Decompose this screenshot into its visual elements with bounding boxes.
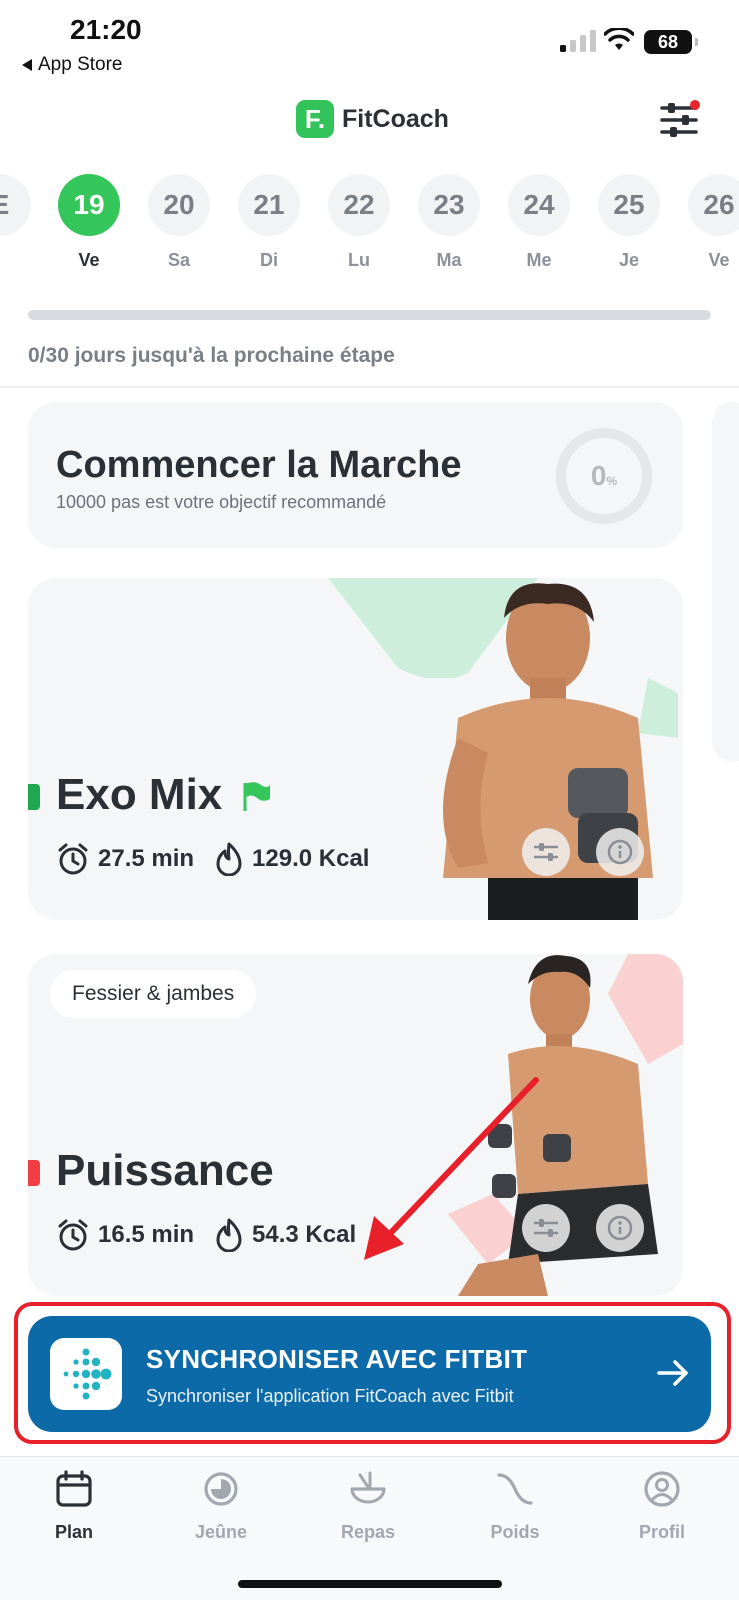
info-icon bbox=[607, 1215, 633, 1241]
day-item[interactable]: 22 Lu bbox=[328, 174, 390, 271]
walk-title: Commencer la Marche bbox=[56, 444, 462, 486]
sliders-icon bbox=[534, 843, 558, 861]
tab-repas[interactable]: Repas bbox=[318, 1469, 418, 1543]
meal-bowl-icon bbox=[350, 1471, 386, 1504]
status-time: 21:20 bbox=[70, 14, 142, 45]
tab-poids[interactable]: Poids bbox=[465, 1469, 565, 1543]
day-label: Ve bbox=[78, 250, 100, 270]
flag-icon bbox=[243, 782, 270, 812]
flame-icon bbox=[216, 1218, 242, 1252]
day-item[interactable]: 20 Sa bbox=[148, 174, 210, 271]
fitbit-logo-icon bbox=[50, 1338, 122, 1410]
walk-subtitle: 10000 pas est votre objectif recommandé bbox=[56, 492, 387, 512]
day-item[interactable]: 23 Ma bbox=[418, 174, 480, 271]
sync-subtitle: Synchroniser l'application FitCoach avec… bbox=[146, 1386, 514, 1406]
weight-curve-icon bbox=[497, 1473, 533, 1505]
duration: 27.5 min bbox=[56, 842, 194, 876]
day-label: Di bbox=[260, 250, 278, 270]
duration: 16.5 min bbox=[56, 1218, 194, 1252]
day-number: 21 bbox=[238, 174, 300, 236]
workout-meta: 16.5 min 54.3 Kcal bbox=[56, 1218, 356, 1252]
fitbit-sync-banner[interactable]: SYNCHRONISER AVEC FITBIT Synchroniser l'… bbox=[28, 1316, 711, 1432]
walk-percent: 0% bbox=[590, 460, 618, 491]
home-indicator bbox=[238, 1580, 502, 1588]
bottom-tab-bar: Plan Jeûne Repas Poids Profil bbox=[0, 1456, 739, 1600]
logo-badge: F. bbox=[296, 100, 334, 138]
app-name: FitCoach bbox=[342, 104, 449, 133]
profile-icon bbox=[644, 1471, 680, 1507]
workout-card-puissance[interactable]: Fessier & jambes Puissance 16.5 min 54.3… bbox=[28, 954, 683, 1296]
calories: 129.0 Kcal bbox=[214, 842, 369, 876]
workout-adjust-button[interactable] bbox=[522, 828, 570, 876]
alarm-clock-icon bbox=[58, 1219, 88, 1251]
walk-goal-card[interactable]: Commencer la Marche 10000 pas est votre … bbox=[28, 402, 683, 548]
back-to-app-store[interactable]: App Store bbox=[22, 54, 123, 76]
sync-title: SYNCHRONISER AVEC FITBIT bbox=[146, 1344, 528, 1374]
tab-label: Poids bbox=[490, 1522, 540, 1542]
day-label: Lu bbox=[348, 250, 370, 270]
tab-plan[interactable]: Plan bbox=[24, 1469, 124, 1543]
annotation-arrow bbox=[364, 1077, 539, 1260]
calories: 54.3 Kcal bbox=[214, 1218, 356, 1252]
day-item[interactable]: E bbox=[0, 174, 31, 250]
app-logo: F. FitCoach bbox=[296, 100, 449, 138]
workout-meta: 27.5 min 129.0 Kcal bbox=[56, 842, 369, 876]
battery-indicator: 68 bbox=[644, 30, 698, 54]
workout-info-button[interactable] bbox=[596, 1204, 644, 1252]
day-number: 23 bbox=[418, 174, 480, 236]
wifi-icon bbox=[604, 28, 634, 50]
workout-name: Puissance bbox=[56, 1146, 274, 1195]
day-number: 19 bbox=[58, 174, 120, 236]
day-label: Ma bbox=[436, 250, 462, 270]
calendar-icon bbox=[56, 1470, 92, 1507]
back-triangle-icon bbox=[22, 59, 32, 71]
day-selector: E 19 Ve 20 Sa 21 Di 22 Lu 23 Ma 24 Me 25… bbox=[0, 174, 739, 284]
flame-icon bbox=[216, 842, 242, 876]
next-card-peek[interactable] bbox=[712, 402, 739, 762]
tab-label: Plan bbox=[54, 1522, 93, 1542]
day-item-selected[interactable]: 19 Ve bbox=[58, 174, 120, 271]
day-number: 20 bbox=[148, 174, 210, 236]
tab-label: Jeûne bbox=[194, 1522, 248, 1542]
notification-dot bbox=[690, 100, 700, 110]
workout-accent-bar bbox=[28, 1160, 40, 1186]
day-item[interactable]: 24 Me bbox=[508, 174, 570, 271]
tab-label: Profil bbox=[638, 1522, 685, 1542]
arrow-right-icon bbox=[657, 1360, 688, 1386]
workout-info-button[interactable] bbox=[596, 828, 644, 876]
workout-card-exo-mix[interactable]: Exo Mix 27.5 min 129.0 Kcal bbox=[28, 578, 683, 920]
day-label: Sa bbox=[167, 250, 191, 270]
day-number: E bbox=[0, 174, 31, 236]
workout-name: Exo Mix bbox=[56, 770, 271, 820]
day-item[interactable]: 26 Ve bbox=[688, 174, 739, 271]
day-item[interactable]: 25 Je bbox=[598, 174, 660, 271]
divider bbox=[0, 386, 739, 388]
signal-icon bbox=[560, 30, 596, 52]
fasting-icon bbox=[204, 1472, 238, 1506]
milestone-progress-bar bbox=[28, 310, 711, 320]
walk-progress-ring: 0% bbox=[556, 428, 652, 524]
day-label: Je bbox=[618, 250, 640, 270]
day-number: 25 bbox=[598, 174, 660, 236]
tab-profil[interactable]: Profil bbox=[612, 1469, 712, 1543]
day-number: 22 bbox=[328, 174, 390, 236]
workout-accent-bar bbox=[28, 784, 40, 810]
day-number: 24 bbox=[508, 174, 570, 236]
alarm-clock-icon bbox=[58, 843, 88, 875]
tab-label: Repas bbox=[340, 1522, 396, 1542]
settings-sliders-button[interactable] bbox=[660, 100, 700, 138]
tab-jeune[interactable]: Jeûne bbox=[171, 1469, 271, 1543]
day-label: Me bbox=[526, 250, 552, 270]
back-label: App Store bbox=[38, 54, 123, 75]
day-number: 26 bbox=[688, 174, 739, 236]
day-item[interactable]: 21 Di bbox=[238, 174, 300, 271]
workout-tag: Fessier & jambes bbox=[50, 970, 257, 1018]
milestone-text: 0/30 jours jusqu'à la prochaine étape bbox=[28, 344, 395, 367]
day-label: Ve bbox=[708, 250, 730, 270]
info-icon bbox=[607, 839, 633, 865]
